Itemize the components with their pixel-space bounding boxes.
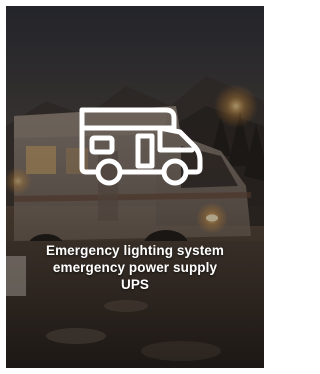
motorhome-icon <box>79 107 203 186</box>
caption-line-1: Emergency lighting system <box>45 243 225 258</box>
caption-line-2: emergency power supply <box>52 260 218 275</box>
product-card[interactable]: Emergency lighting system emergency powe… <box>6 6 264 368</box>
caption-line-3: UPS <box>120 277 150 292</box>
product-caption[interactable]: Emergency lighting system emergency powe… <box>6 242 264 293</box>
